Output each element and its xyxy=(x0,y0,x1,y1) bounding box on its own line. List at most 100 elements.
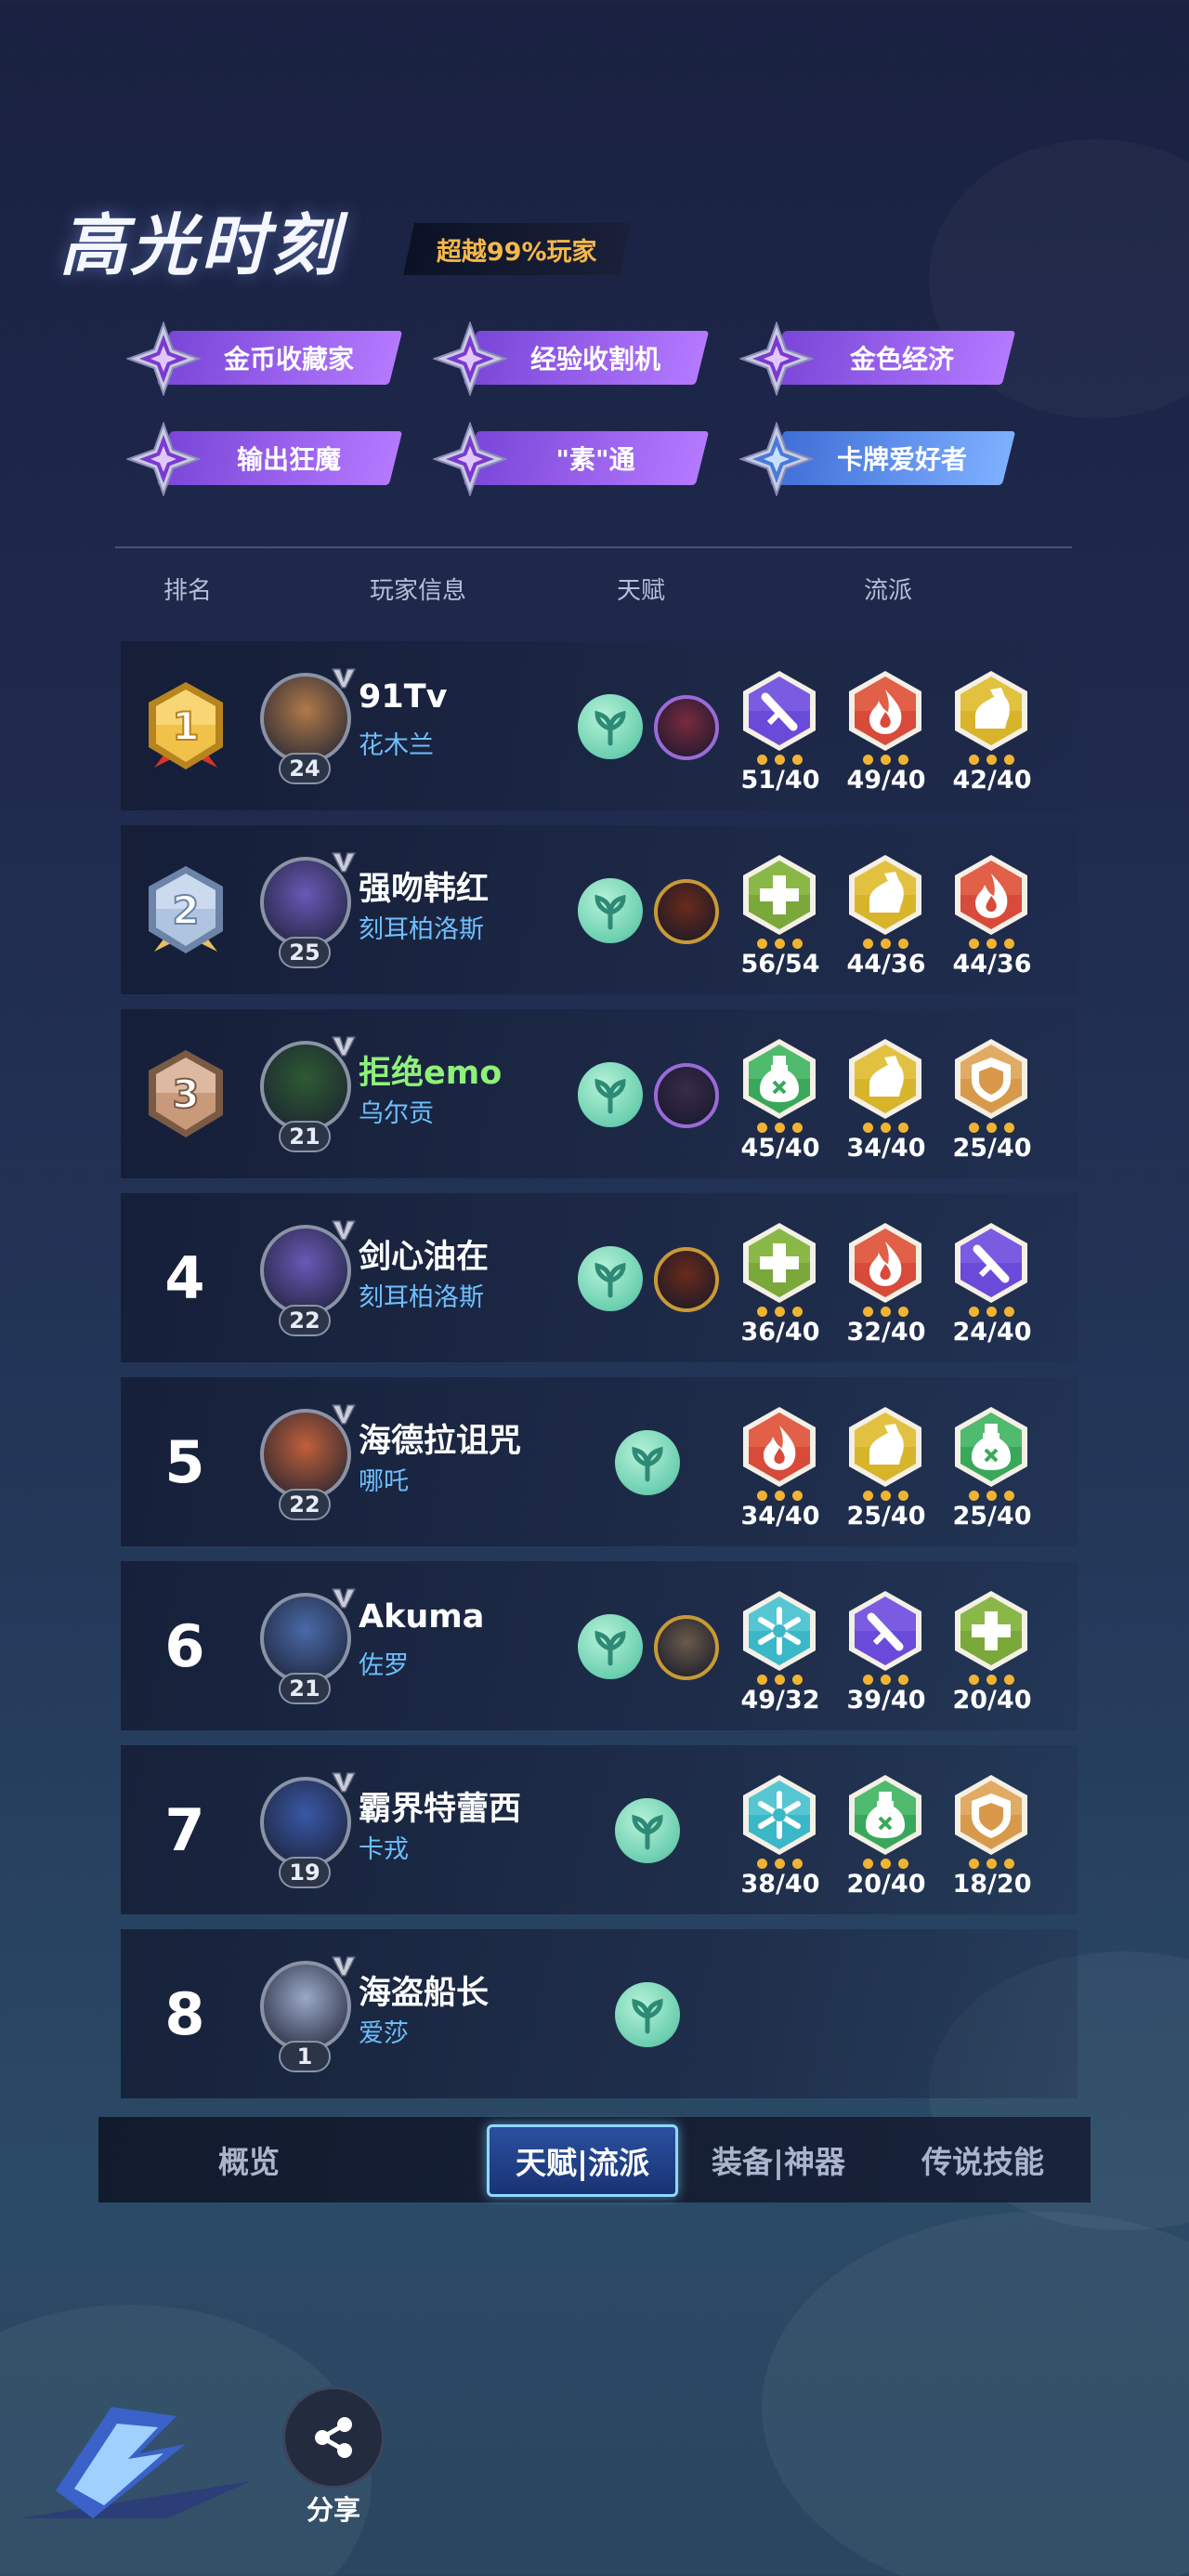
percentile-badge: 超越99%玩家 xyxy=(403,223,631,275)
svg-text:2: 2 xyxy=(172,887,199,933)
build-item[interactable]: 34/40 xyxy=(843,1037,927,1176)
level-dot xyxy=(756,939,767,949)
achievement-tag: 卡牌爱好者 xyxy=(739,422,1016,496)
level-dot xyxy=(774,1307,785,1317)
level-dot xyxy=(791,1675,803,1685)
talent-hero-icon xyxy=(654,1247,719,1312)
tab-1[interactable]: 天赋|流派 xyxy=(487,2124,678,2197)
build-level-dots xyxy=(747,755,812,766)
player-name: 剑心油在 xyxy=(359,1239,490,1276)
page-title: 高光时刻 xyxy=(59,206,343,284)
build-item[interactable]: 36/40 xyxy=(738,1221,821,1360)
rank-number: 5 xyxy=(164,1427,205,1496)
talent-icon xyxy=(615,1430,680,1495)
snow-build-icon xyxy=(743,1775,816,1855)
player-name: 霸界特蕾西 xyxy=(359,1791,522,1828)
share-button[interactable] xyxy=(282,2386,385,2489)
build-item[interactable]: 44/36 xyxy=(949,853,1033,992)
tag-label: 金币收藏家 xyxy=(223,344,354,375)
fire-build-icon xyxy=(849,671,921,751)
build-item[interactable]: 56/54 xyxy=(738,853,821,992)
tab-3[interactable]: 传说技能 xyxy=(886,2117,1079,2202)
build-item[interactable]: 51/40 xyxy=(738,669,821,808)
build-value: 20/40 xyxy=(952,1686,1032,1715)
build-item[interactable]: 32/40 xyxy=(843,1221,927,1360)
build-item[interactable]: 45/40 xyxy=(738,1037,821,1176)
sword-build-icon xyxy=(849,1591,921,1671)
build-item[interactable]: 20/40 xyxy=(949,1589,1033,1728)
talent-hero-icon xyxy=(654,695,719,760)
arm-build-icon xyxy=(849,1407,921,1487)
tab-0[interactable]: 概览 xyxy=(184,2117,314,2202)
build-item[interactable]: 18/20 xyxy=(949,1773,1033,1912)
build-item[interactable]: 25/40 xyxy=(949,1037,1033,1176)
level-dot xyxy=(1003,1123,1014,1133)
build-item[interactable]: 44/36 xyxy=(843,853,927,992)
potion-build-icon xyxy=(743,1039,816,1119)
build-item[interactable]: 42/40 xyxy=(949,669,1033,808)
talent-icon xyxy=(578,1614,643,1679)
level-dot xyxy=(756,755,767,765)
build-value: 42/40 xyxy=(952,766,1032,795)
level-dot xyxy=(774,1123,785,1133)
player-row[interactable]: 3 21 拒绝emo 乌尔贡 45/40 34/40 25/40 xyxy=(121,1009,1078,1178)
level-dot xyxy=(862,939,873,949)
column-header-player: 玩家信息 xyxy=(370,577,467,605)
star-icon xyxy=(433,422,507,496)
player-row[interactable]: 1 24 91Tv 花木兰 51/40 49/40 42/40 xyxy=(121,641,1078,810)
build-item[interactable]: 20/40 xyxy=(843,1773,927,1912)
build-item[interactable]: 49/40 xyxy=(843,669,927,808)
level-dot xyxy=(791,1123,803,1133)
hero-name: 哪吒 xyxy=(359,1467,409,1496)
tag-label: 卡牌爱好者 xyxy=(836,444,967,475)
level-dot xyxy=(1003,1675,1014,1685)
build-item[interactable]: 38/40 xyxy=(738,1773,821,1912)
achievement-tag: 输出狂魔 xyxy=(126,422,403,496)
star-icon xyxy=(126,322,201,396)
vip-icon xyxy=(331,1220,357,1241)
hero-name: 乌尔贡 xyxy=(359,1099,434,1128)
level-dot xyxy=(862,1675,873,1685)
build-item[interactable]: 25/40 xyxy=(843,1405,927,1544)
rank-number: 7 xyxy=(164,1795,205,1864)
hero-name: 爱莎 xyxy=(359,2019,409,2048)
level-dot xyxy=(862,755,873,765)
player-row[interactable]: 6 21 Akuma 佐罗 49/32 39/40 20/40 xyxy=(121,1561,1078,1730)
level-dot xyxy=(756,1859,767,1869)
build-item[interactable]: 25/40 xyxy=(949,1405,1033,1544)
build-level-dots xyxy=(853,1307,918,1318)
player-name: 拒绝emo xyxy=(359,1055,503,1092)
arm-build-icon xyxy=(849,1039,921,1119)
hero-name: 佐罗 xyxy=(359,1651,409,1680)
sword-build-icon xyxy=(955,1223,1027,1303)
level-dot xyxy=(791,1491,803,1501)
build-level-dots xyxy=(959,755,1024,766)
level-dot xyxy=(1003,1859,1014,1869)
build-item[interactable]: 24/40 xyxy=(949,1221,1033,1360)
achievement-tag: 金色经济 xyxy=(739,322,1016,396)
svg-text:3: 3 xyxy=(172,1071,199,1117)
build-level-dots xyxy=(853,1859,918,1870)
shield-build-icon xyxy=(955,1039,1027,1119)
player-row[interactable]: 2 25 强吻韩红 刻耳柏洛斯 56/54 44/36 44/36 xyxy=(121,825,1078,994)
build-item[interactable]: 49/32 xyxy=(738,1589,821,1728)
talent-hero-icon xyxy=(654,879,719,944)
level-dot xyxy=(897,939,908,949)
build-item[interactable]: 34/40 xyxy=(738,1405,821,1544)
level-dot xyxy=(880,1123,891,1133)
build-value: 56/54 xyxy=(740,950,820,979)
star-icon xyxy=(433,322,507,396)
tab-2[interactable]: 装备|神器 xyxy=(682,2117,875,2202)
hero-name: 卡戎 xyxy=(359,1835,409,1864)
player-row[interactable]: 8 1 海盗船长 爱莎 xyxy=(121,1929,1078,2098)
tag-label: "素"通 xyxy=(555,444,635,475)
player-row[interactable]: 5 22 海德拉诅咒 哪吒 34/40 25/40 25/40 xyxy=(121,1377,1078,1546)
tag-label: 输出狂魔 xyxy=(236,444,341,475)
level-dot xyxy=(880,755,891,765)
build-value: 38/40 xyxy=(740,1870,820,1899)
player-row[interactable]: 4 22 剑心油在 刻耳柏洛斯 36/40 32/40 24/40 xyxy=(121,1193,1078,1362)
player-level: 1 xyxy=(279,2041,331,2072)
player-level: 21 xyxy=(279,1673,331,1704)
player-row[interactable]: 7 19 霸界特蕾西 卡戎 38/40 20/40 18/20 xyxy=(121,1745,1078,1914)
build-item[interactable]: 39/40 xyxy=(843,1589,927,1728)
